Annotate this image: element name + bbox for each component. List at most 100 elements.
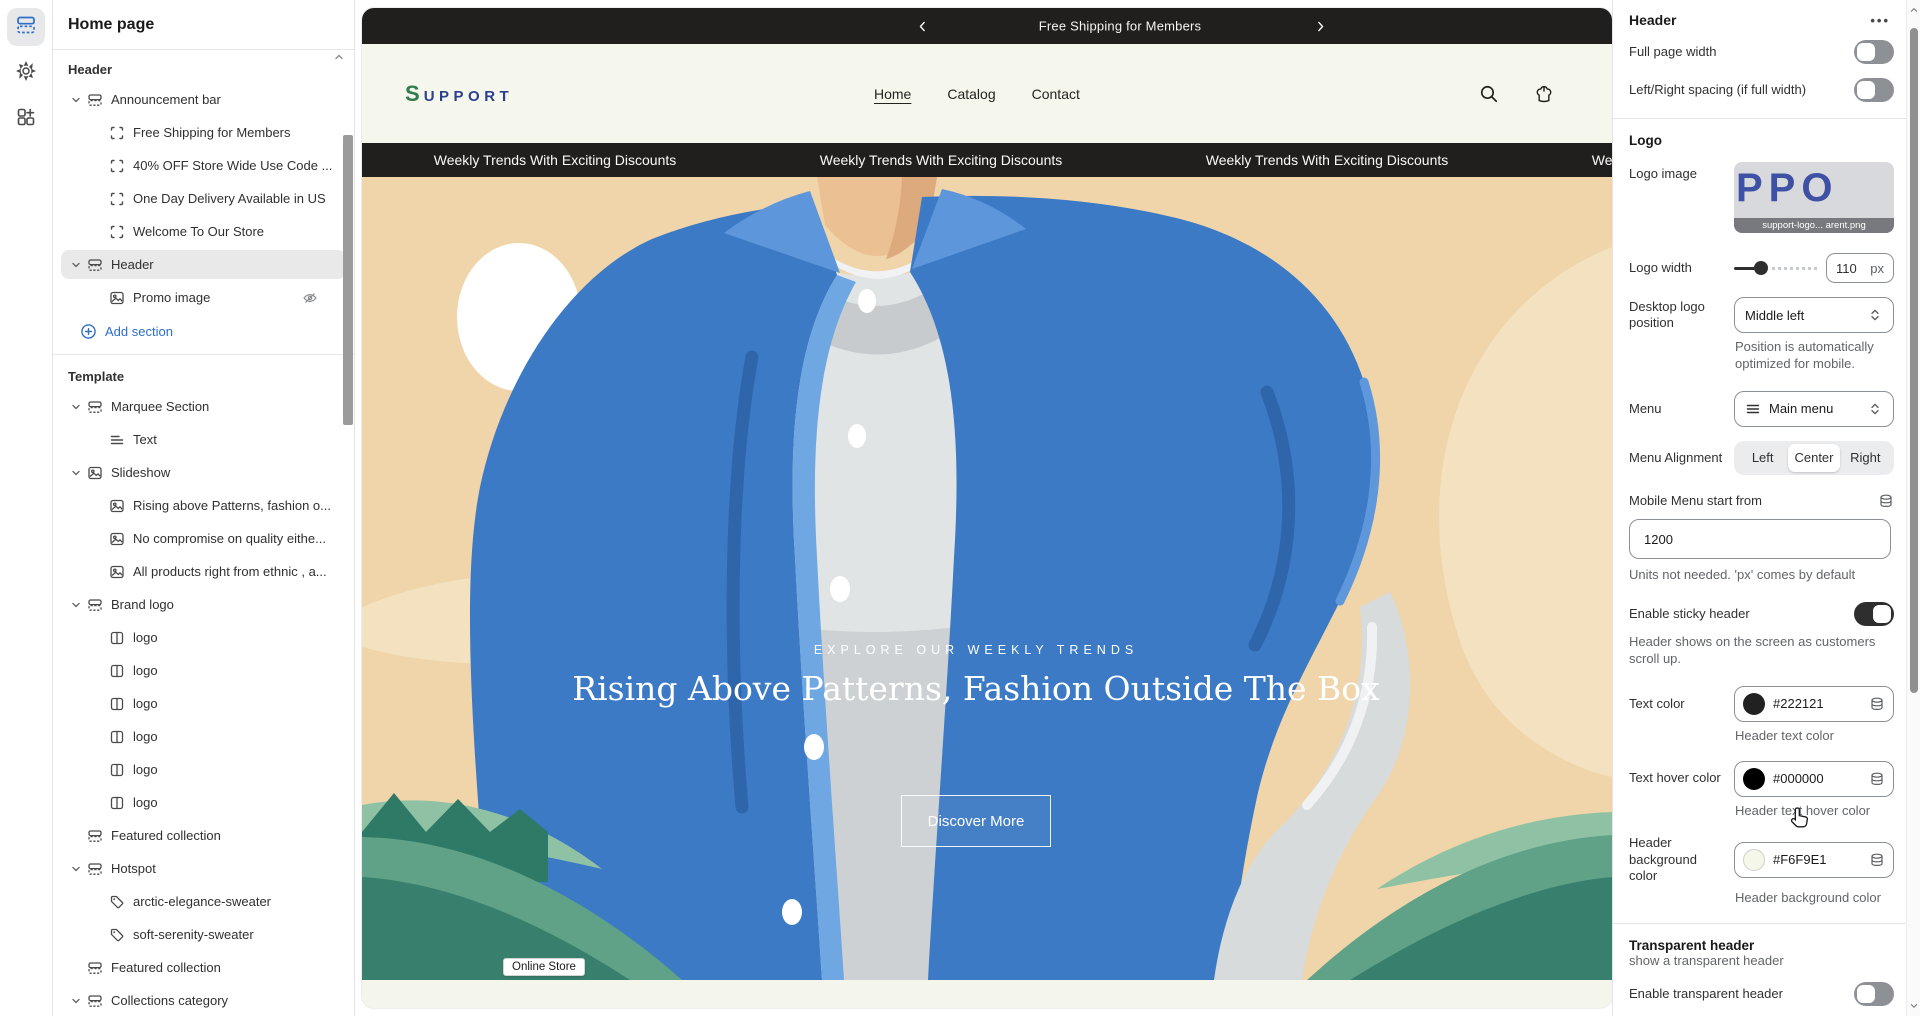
- tree-row-free-shipping[interactable]: Free Shipping for Members: [61, 118, 346, 147]
- section-icon: [87, 597, 103, 613]
- announcement-text: Free Shipping for Members: [1039, 19, 1202, 34]
- logo-image-thumbnail[interactable]: PPO support-logo... arent.png: [1734, 162, 1894, 233]
- chevron-down-icon[interactable]: [67, 400, 85, 414]
- tree-row-slideshow[interactable]: Slideshow: [61, 458, 346, 487]
- storefront-preview: Free Shipping for Members SUPPORT Home C…: [362, 8, 1612, 1008]
- rail-app-embeds-button[interactable]: [7, 100, 45, 138]
- tree-row-promo-image[interactable]: Promo image: [61, 283, 346, 312]
- scroll-up-icon[interactable]: [1907, 2, 1920, 18]
- transparent-header-sub: show a transparent header: [1613, 953, 1906, 968]
- tree-row-featured-collection-1[interactable]: Featured collection: [61, 821, 346, 850]
- chevron-down-icon[interactable]: [67, 598, 85, 612]
- eye-off-icon[interactable]: [302, 290, 318, 306]
- alignment-option-right[interactable]: Right: [1840, 444, 1891, 472]
- chevron-down-icon[interactable]: [67, 994, 85, 1008]
- hero-slide: EXPLORE OUR WEEKLY TRENDS Rising Above P…: [362, 177, 1612, 980]
- tree-row-40-off[interactable]: 40% OFF Store Wide Use Code ...: [61, 151, 346, 180]
- announcement-prev-icon[interactable]: [912, 16, 932, 36]
- logo-image-filename: support-logo... arent.png: [1734, 218, 1894, 233]
- chevron-down-icon[interactable]: [67, 862, 85, 876]
- scroll-down-icon[interactable]: [1907, 998, 1920, 1014]
- tree-row-logo-6[interactable]: logo: [61, 788, 346, 817]
- add-section-button[interactable]: Add section: [61, 316, 346, 346]
- tree-row-one-day-delivery[interactable]: One Day Delivery Available in US: [61, 184, 346, 213]
- chevron-down-icon[interactable]: [67, 93, 85, 107]
- chevron-down-icon[interactable]: [67, 466, 85, 480]
- text-hover-color-label: Text hover color: [1629, 770, 1734, 786]
- search-icon[interactable]: [1478, 83, 1500, 105]
- logo-width-value-box[interactable]: 110 px: [1826, 253, 1894, 283]
- image-icon: [109, 290, 125, 306]
- menu-select[interactable]: Main menu: [1734, 391, 1894, 427]
- editor-left-rail: [0, 0, 53, 1016]
- tree-row-soft-serenity[interactable]: soft-serenity-sweater: [61, 920, 346, 949]
- account-icon[interactable]: [1533, 83, 1555, 105]
- scrollbar-thumb[interactable]: [1910, 28, 1918, 693]
- sidebar-scroll-up-icon[interactable]: [332, 50, 346, 69]
- tree-row-header[interactable]: Header: [61, 250, 346, 279]
- menu-label: Menu: [1629, 401, 1734, 417]
- chevron-down-icon[interactable]: [67, 258, 85, 272]
- block-icon: [109, 224, 125, 240]
- logo-position-select[interactable]: Middle left: [1734, 297, 1894, 333]
- full-page-width-toggle[interactable]: [1854, 40, 1894, 64]
- full-page-width-label: Full page width: [1629, 44, 1854, 60]
- tree-row-welcome[interactable]: Welcome To Our Store: [61, 217, 346, 246]
- header-bg-color-field[interactable]: #F6F9E1: [1734, 842, 1894, 878]
- text-hover-color-field[interactable]: #000000: [1734, 761, 1894, 797]
- store-logo[interactable]: SUPPORT: [405, 81, 513, 107]
- nav-link-catalog[interactable]: Catalog: [947, 86, 995, 102]
- transparent-header-heading: Transparent header: [1613, 938, 1906, 953]
- alignment-option-center[interactable]: Center: [1788, 444, 1839, 472]
- tree-row-slide-3[interactable]: All products right from ethnic , a...: [61, 557, 346, 586]
- tree-row-marquee-section[interactable]: Marquee Section: [61, 392, 346, 421]
- tree-row-logo-2[interactable]: logo: [61, 656, 346, 685]
- nav-link-home[interactable]: Home: [874, 86, 911, 102]
- announcement-next-icon[interactable]: [1310, 16, 1330, 36]
- logo-width-slider[interactable]: [1734, 260, 1818, 276]
- sticky-header-toggle[interactable]: [1854, 602, 1894, 626]
- menu-alignment-label: Menu Alignment: [1629, 450, 1734, 466]
- columns-icon: [109, 795, 125, 811]
- tree-row-logo-3[interactable]: logo: [61, 689, 346, 718]
- tree-row-featured-collection-2[interactable]: Featured collection: [61, 953, 346, 982]
- block-icon: [109, 125, 125, 141]
- tree-row-logo-1[interactable]: logo: [61, 623, 346, 652]
- tree-row-slide-1[interactable]: Rising above Patterns, fashion o...: [61, 491, 346, 520]
- tree-row-hotspot[interactable]: Hotspot: [61, 854, 346, 883]
- dynamic-source-icon[interactable]: [1878, 493, 1894, 509]
- nav-link-contact[interactable]: Contact: [1032, 86, 1080, 102]
- discover-more-button[interactable]: Discover More: [901, 795, 1051, 847]
- tree-row-text[interactable]: Text: [61, 425, 346, 454]
- section-icon: [87, 993, 103, 1009]
- text-color-swatch: [1743, 693, 1765, 715]
- dynamic-source-icon[interactable]: [1869, 852, 1885, 868]
- image-icon: [87, 465, 103, 481]
- tree-row-slide-2[interactable]: No compromise on quality eithe...: [61, 524, 346, 553]
- window-scrollbar: [1906, 0, 1920, 1016]
- group-label-template: Template: [53, 365, 354, 392]
- rail-sections-button[interactable]: [7, 8, 45, 46]
- mobile-menu-input[interactable]: [1629, 519, 1891, 559]
- tree-row-logo-4[interactable]: logo: [61, 722, 346, 751]
- rail-theme-settings-button[interactable]: [7, 54, 45, 92]
- tree-row-brand-logo[interactable]: Brand logo: [61, 590, 346, 619]
- tree-row-logo-5[interactable]: logo: [61, 755, 346, 784]
- sidebar-scrollbar-thumb[interactable]: [343, 135, 353, 425]
- dynamic-source-icon[interactable]: [1869, 696, 1885, 712]
- more-options-icon[interactable]: •••: [1870, 13, 1890, 28]
- sections-icon: [15, 14, 37, 41]
- header-settings-panel: Header ••• Full page width Left/Right sp…: [1612, 0, 1906, 1016]
- spacing-toggle[interactable]: [1854, 78, 1894, 102]
- tree-row-arctic-elegance[interactable]: arctic-elegance-sweater: [61, 887, 346, 916]
- logo-position-label: Desktop logo position: [1629, 299, 1734, 332]
- marquee-text: Weekly Trends With Exciting Discounts: [362, 152, 748, 168]
- text-color-field[interactable]: #222121: [1734, 686, 1894, 722]
- columns-icon: [109, 729, 125, 745]
- section-icon: [87, 960, 103, 976]
- tree-row-collections-category[interactable]: Collections category: [61, 986, 346, 1015]
- dynamic-source-icon[interactable]: [1869, 771, 1885, 787]
- enable-transparent-toggle[interactable]: [1854, 982, 1894, 1006]
- alignment-option-left[interactable]: Left: [1737, 444, 1788, 472]
- tree-row-announcement-bar[interactable]: Announcement bar: [61, 85, 346, 114]
